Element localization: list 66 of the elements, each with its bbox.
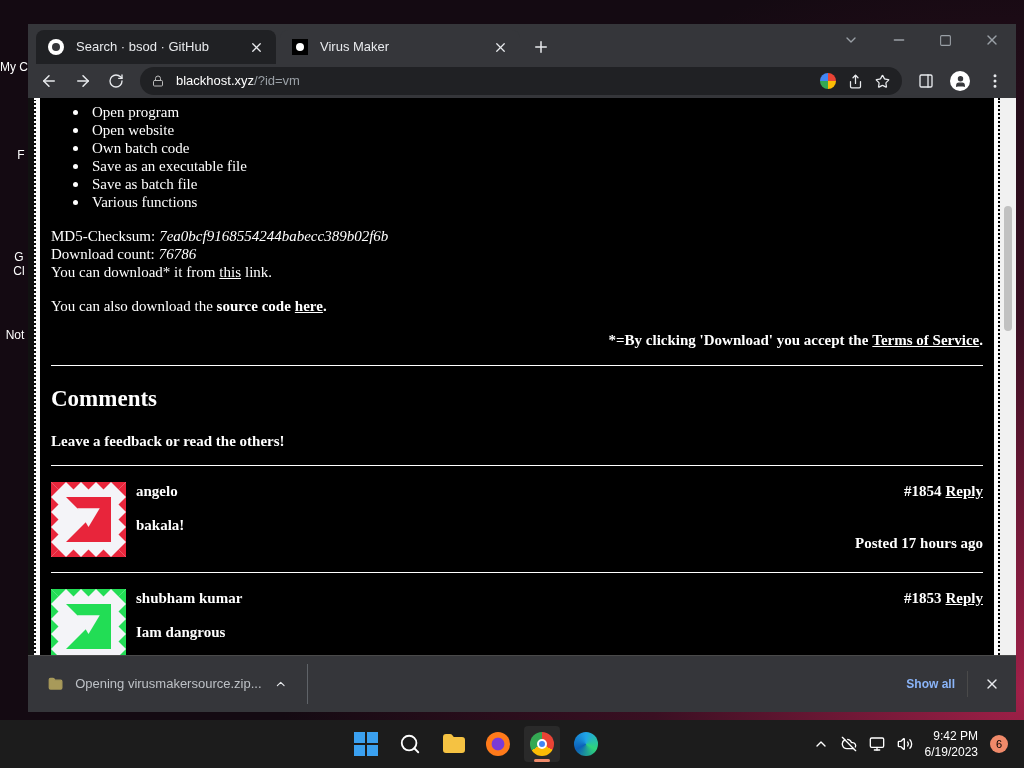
source-text: You can also download the source code [51,297,291,315]
desktop-icon-label[interactable]: Not [5,328,25,342]
scrollbar[interactable] [998,98,1016,655]
share-icon[interactable] [848,73,863,89]
forward-icon[interactable] [74,72,92,90]
info-label: MD5-Checksum: [51,227,156,245]
desktop-icon-label[interactable]: My C [0,58,28,76]
comment-number: #1853 [904,589,942,607]
feature-item: Save as an executable file [92,157,247,175]
download-link[interactable]: this [219,263,241,281]
network-icon[interactable] [868,736,885,752]
terms-text: *=By clicking 'Download' you accept the [608,331,869,349]
period-text: . [979,331,983,349]
reply-link[interactable]: Reply [945,589,983,607]
back-icon[interactable] [40,72,58,90]
url-host: blackhost.xyz [176,72,255,91]
comments-heading: Comments [51,386,159,412]
zip-file-icon [48,675,64,693]
folder-icon [442,732,467,756]
clock-time[interactable]: 9:42 PM [933,728,978,744]
show-all-button[interactable]: Show all [894,671,968,697]
comment-posted-time: Posted 17 hours ago [855,534,983,552]
address-bar[interactable]: blackhost.xyz/?id=vm [140,67,902,95]
feature-item: Open program [92,103,180,121]
download-text: You can download* it from [51,263,216,281]
google-g-icon[interactable] [820,73,836,89]
star-icon[interactable] [875,73,890,89]
comment-author: shubham kumar [136,589,243,607]
comment-author: angelo [136,482,178,500]
terms-link[interactable]: Terms of Service [872,331,980,349]
feature-item: Save as batch file [92,175,198,193]
volume-icon[interactable] [896,736,913,752]
side-panel-icon[interactable] [918,73,934,89]
maximize-icon[interactable] [939,33,952,47]
desktop-icon-label[interactable]: F [5,148,25,162]
download-text: link. [245,263,273,281]
download-file-name[interactable]: Opening virusmakersource.zip... [75,674,262,694]
lock-icon [152,75,164,87]
comment-text: Iam dangrous [136,623,227,641]
windows-start-icon [354,732,379,756]
taskbar-app[interactable] [524,726,561,762]
new-tab-icon[interactable] [532,38,550,56]
info-label: Download count: [51,245,155,263]
period-text: . [322,297,327,315]
browser-tab[interactable]: Search · bsod · GitHub [36,30,276,64]
feature-item: Own batch code [92,139,190,157]
chrome-icon [530,732,555,756]
reload-icon[interactable] [108,73,124,89]
reply-link[interactable]: Reply [945,482,983,500]
comments-intro: Leave a feedback or read the others! [51,432,286,450]
info-value: 7ea0bcf9168554244babecc389b02f6b [159,227,389,245]
source-link[interactable]: here [294,297,323,315]
cloud-off-icon[interactable] [840,736,857,752]
feature-item: Various functions [92,193,198,211]
url-path: /?id=vm [254,72,300,91]
search-icon [399,733,422,755]
tab-title: Virus Maker [320,38,391,57]
feature-item: Open website [92,121,175,139]
tab-title: Search · bsod · GitHub [76,38,210,57]
profile-icon[interactable] [950,71,970,91]
notification-badge[interactable]: 6 [990,735,1008,753]
comment-text: bakala! [136,516,186,534]
desktop-icon-label[interactable]: G Cl [5,250,25,278]
clock-date[interactable]: 6/19/2023 [924,744,978,760]
info-value: 76786 [158,245,197,263]
comment-number: #1854 [904,482,942,500]
